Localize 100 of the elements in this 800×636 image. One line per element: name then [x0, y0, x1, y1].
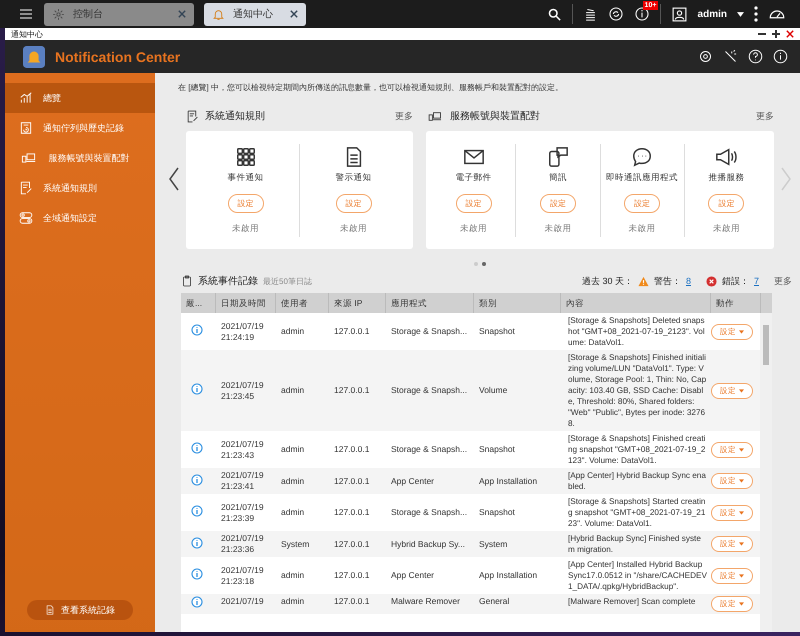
info-icon	[191, 568, 203, 580]
category-cell-text: Volume	[478, 385, 508, 396]
app-cell-text: Storage & Snapsh...	[390, 444, 468, 455]
settings-button[interactable]: 設定	[624, 194, 660, 212]
user-icon	[670, 6, 688, 22]
app-tab[interactable]: 通知中心	[204, 2, 306, 26]
category-cell-text: General	[478, 596, 510, 607]
more-link[interactable]: 更多	[774, 274, 792, 288]
sync-icon	[608, 6, 624, 22]
content-cell-text: [App Center] Hybrid Backup Sync enabled.	[567, 470, 707, 492]
category-cell-text: App Installation	[478, 570, 538, 581]
content-cell-text: [Storage & Snapshots] Finished initializing volume/LUN "DataVol1". Type: Volume, Storage Pool: 1, Thin: No, Capacity: 103.40 GB, SSD Cache: Disable, Threshold: 80%, Shared folders: "Web" "Public", Bytes per inode: 32768.	[567, 352, 708, 429]
content-cell-text: [Malware Remover] Scan complete	[567, 596, 696, 607]
date-cell-text: 2021/07/19	[220, 596, 265, 607]
user-cell-text: admin	[280, 476, 306, 486]
date-cell-text: 2021/07/19 21:23:43	[220, 438, 265, 460]
ip-cell-text: 127.0.0.1	[333, 596, 370, 607]
view-log-button[interactable]: 查看系統記錄	[27, 600, 133, 620]
user-cell-text: admin	[280, 507, 306, 518]
notification-label: 事件通知	[228, 172, 264, 184]
date-cell-text: 2021/07/19 21:23:18	[220, 564, 265, 586]
caret-icon	[739, 602, 744, 606]
rules-icon	[19, 181, 33, 195]
ip-cell-text: 127.0.0.1	[333, 444, 370, 455]
date-cell-text: 2021/07/19 21:23:41	[220, 470, 265, 492]
settings-button[interactable]: 設定	[456, 194, 492, 212]
window-title: 通知中心	[11, 28, 44, 40]
sidebar-item[interactable]: 服務帳號與裝置配對	[5, 143, 155, 173]
maximize-icon[interactable]	[772, 30, 780, 38]
bell-icon	[212, 8, 225, 20]
error-count[interactable]: 7	[754, 276, 759, 286]
notification-label: 簡訊	[548, 172, 567, 184]
rules-icon	[186, 110, 199, 122]
ip-cell-text: 127.0.0.1	[333, 538, 370, 550]
info-icon	[191, 505, 203, 517]
date-cell-text: 2021/07/19 21:23:39	[220, 502, 265, 524]
app-title: Notification Center	[55, 48, 180, 64]
user-menu[interactable]: admin	[698, 8, 727, 20]
help-icon	[748, 49, 763, 64]
app-cell-text: App Center	[390, 570, 435, 581]
app-cell-text: Malware Remover	[390, 596, 461, 607]
error-label: 錯誤：	[722, 274, 749, 288]
ip-cell-text: 127.0.0.1	[333, 476, 370, 486]
caret-icon	[739, 448, 744, 452]
more-link[interactable]: 更多	[756, 110, 774, 122]
sidebar-item[interactable]: 通知佇列與歷史記錄	[5, 113, 155, 143]
toggles-icon	[19, 211, 33, 225]
chat-icon	[631, 146, 654, 168]
info-icon	[191, 442, 203, 454]
caret-icon[interactable]	[737, 12, 744, 16]
app-tab[interactable]: 控制台	[44, 2, 194, 26]
info-icon	[191, 324, 203, 336]
status-text: 未啟用	[460, 222, 488, 234]
caret-icon	[739, 542, 744, 546]
info-icon	[191, 474, 203, 486]
caret-icon	[739, 388, 744, 392]
status-text: 未啟用	[544, 222, 572, 234]
date-cell-text: 2021/07/19 21:23:36	[220, 533, 265, 555]
app-cell-text: Storage & Snapsh...	[390, 507, 468, 518]
ip-cell-text: 127.0.0.1	[333, 326, 370, 337]
document-icon	[45, 605, 55, 615]
grid-icon	[234, 146, 256, 168]
settings-button[interactable]: 設定	[228, 194, 264, 212]
ip-cell-text: 127.0.0.1	[333, 385, 370, 396]
error-icon	[706, 276, 717, 286]
sidebar-item[interactable]: 總覽	[5, 83, 155, 113]
intro-text: 在 [總覽] 中，您可以檢視特定期間內所傳送的訊息數量，也可以檢視通知規則、服務帳戶和裝置配對的設定。	[178, 82, 564, 93]
warning-count[interactable]: 8	[686, 276, 691, 286]
caret-icon	[739, 479, 744, 483]
history-icon	[19, 121, 33, 135]
close-icon[interactable]	[290, 10, 298, 18]
category-cell-text: Snapshot	[478, 326, 516, 337]
user-cell-text: admin	[280, 326, 306, 337]
status-text: 未啟用	[232, 222, 259, 234]
settings-button[interactable]: 設定	[336, 194, 372, 212]
more-link[interactable]: 更多	[395, 110, 413, 122]
scrollbar[interactable]	[760, 313, 772, 632]
content-cell-text: [Hybrid Backup Sync] Finished system migration.	[567, 533, 702, 555]
ip-cell-text: 127.0.0.1	[333, 570, 370, 581]
more-icon[interactable]	[754, 6, 758, 22]
sidebar-item[interactable]: 全域通知設定	[5, 203, 155, 233]
user-cell-text: admin	[280, 444, 306, 455]
close-icon[interactable]	[786, 30, 794, 38]
content-cell-text: [Storage & Snapshots] Started creating snapshot "GMT+08_2021-07-19_2123". Volume: DataVol1.	[567, 496, 706, 529]
user-cell-text: admin	[280, 596, 306, 607]
caret-icon	[739, 574, 744, 578]
log-subtitle: 最近50筆日誌	[263, 276, 313, 286]
caret-icon	[739, 510, 744, 514]
settings-icon	[698, 49, 713, 64]
period-label: 過去 30 天：	[582, 274, 633, 288]
user-cell-text: admin	[280, 570, 306, 581]
panel-title: 系統通知規則	[205, 110, 266, 123]
caret-icon	[739, 330, 744, 334]
sidebar-item[interactable]: 系統通知規則	[5, 173, 155, 203]
content-cell-text: [Storage & Snapshots] Finished creating snapshot "GMT+08_2021-07-19_2123". Volume: DataVol1.	[567, 433, 706, 466]
settings-button[interactable]: 設定	[540, 194, 576, 212]
close-icon[interactable]	[178, 10, 186, 18]
settings-button[interactable]: 設定	[708, 194, 744, 212]
page-dot[interactable]	[482, 262, 486, 266]
category-cell-text: App Installation	[478, 476, 538, 486]
